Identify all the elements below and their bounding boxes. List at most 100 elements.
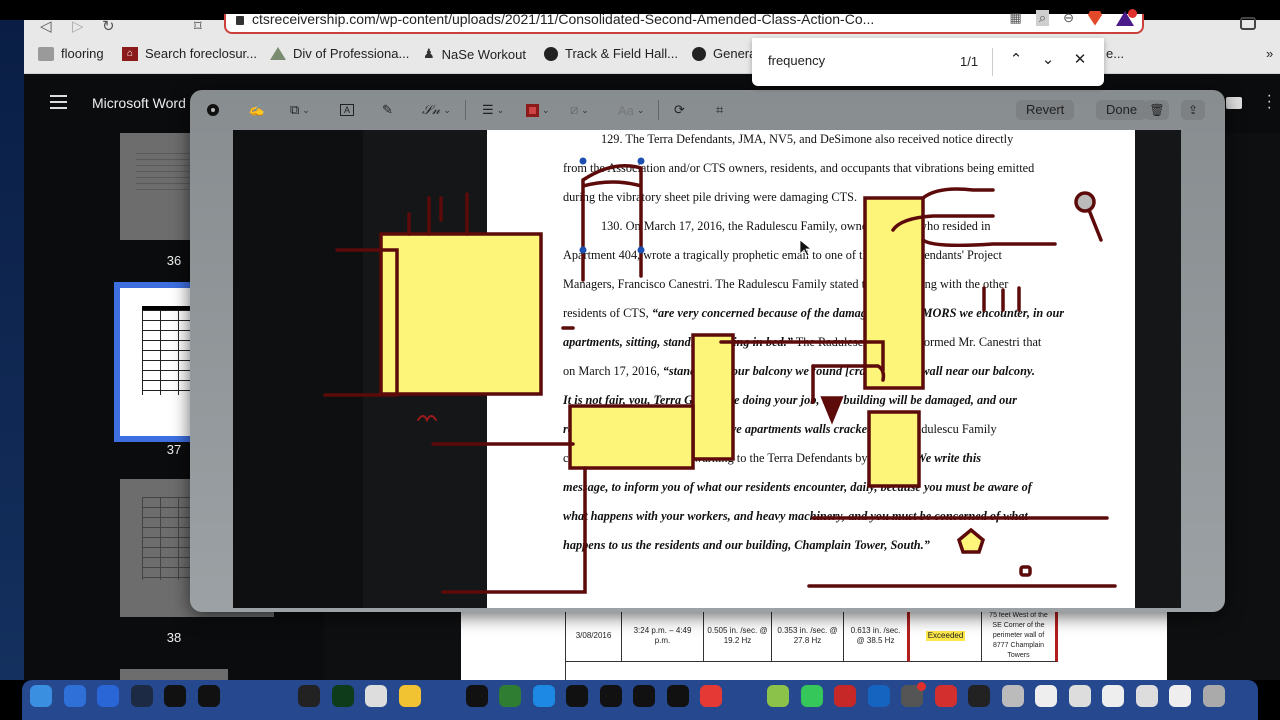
preview-dock-icon[interactable] xyxy=(365,685,387,707)
fill-color-button[interactable]: ⧄ ⌄ xyxy=(570,101,589,119)
selection-handle[interactable] xyxy=(579,157,587,165)
highlight-button[interactable]: ✎ xyxy=(382,101,393,119)
forward-icon[interactable]: ▷ xyxy=(72,17,84,35)
more-bookmarks-icon: » xyxy=(1266,46,1274,61)
window-dock-icon[interactable] xyxy=(1001,685,1024,707)
annotation-dot[interactable] xyxy=(1019,565,1032,577)
selection-handle[interactable] xyxy=(637,246,645,254)
find-close-button[interactable]: ✕ xyxy=(1070,50,1090,68)
xcode-dock-icon[interactable] xyxy=(867,685,890,707)
messages-dock-icon[interactable] xyxy=(800,685,823,707)
app-dock-icon[interactable] xyxy=(599,685,622,707)
zoom-out-icon[interactable]: ⊖ xyxy=(1063,10,1074,26)
final-cut-dock-icon[interactable] xyxy=(298,685,320,707)
annotation-rectangle[interactable] xyxy=(379,232,543,396)
url-text[interactable]: ctsreceivership.com/wp-content/uploads/2… xyxy=(252,11,874,27)
terminal-dock-icon[interactable] xyxy=(465,685,488,707)
exceeded-status: Exceeded xyxy=(925,630,966,641)
bookmark-search-foreclosures[interactable]: ⌂ Search foreclosur... xyxy=(122,46,257,61)
safari-dock-icon[interactable] xyxy=(63,685,86,707)
signature-button[interactable]: 𝒮𝓃 ⌄ xyxy=(422,101,451,119)
bookmark-nase-workout[interactable]: ♟ NaSe Workout xyxy=(423,46,526,62)
more-options-icon[interactable]: · · · xyxy=(1267,88,1272,116)
find-match-count: 1/1 xyxy=(960,54,979,69)
selection-handle[interactable] xyxy=(579,246,587,254)
record-icon xyxy=(207,104,219,116)
obs-dock-icon[interactable] xyxy=(164,685,186,707)
selection-handle[interactable] xyxy=(637,157,645,165)
print-icon[interactable] xyxy=(1226,97,1242,109)
brave-shield-icon[interactable] xyxy=(1088,10,1102,26)
app-dock-icon[interactable] xyxy=(264,685,287,707)
document-dock-icon[interactable] xyxy=(968,685,990,707)
bookmark-div-professional[interactable]: Div of Professiona... xyxy=(270,46,409,61)
menu-icon[interactable] xyxy=(50,95,67,109)
app-dock-icon[interactable] xyxy=(566,685,588,707)
border-color-icon xyxy=(526,103,539,117)
app-dock-icon[interactable] xyxy=(901,682,926,707)
fill-color-icon: ⧄ xyxy=(570,102,579,117)
wallet-icon[interactable] xyxy=(1240,17,1256,30)
notes-dock-icon[interactable] xyxy=(398,685,421,707)
border-color-button[interactable]: ⌄ xyxy=(526,101,550,119)
text-box-button[interactable]: A xyxy=(340,101,355,119)
rotate-icon: ⟳ xyxy=(674,102,685,117)
shapes-button[interactable]: ⧉ ⌄ xyxy=(290,101,310,119)
bookmark-general[interactable]: Genera xyxy=(692,46,756,61)
app-dock-icon[interactable] xyxy=(432,685,454,707)
app-dock-icon[interactable] xyxy=(231,685,253,707)
app-dock-icon[interactable] xyxy=(499,685,521,707)
revert-button[interactable]: Revert xyxy=(1016,100,1075,120)
crop-button[interactable]: ⌗ xyxy=(716,101,723,119)
trash-dock-icon[interactable] xyxy=(1202,685,1225,707)
finder-dock-icon[interactable] xyxy=(30,685,52,707)
brave-rewards-icon[interactable] xyxy=(1116,8,1137,26)
address-bar[interactable]: ctsreceivership.com/wp-content/uploads/2… xyxy=(224,8,1144,34)
share-button[interactable]: ⇪ xyxy=(1181,100,1205,120)
app-dock-icon[interactable] xyxy=(633,685,655,707)
window-dock-icon[interactable] xyxy=(1102,685,1124,707)
find-next-button[interactable]: ⌄ xyxy=(1038,50,1058,68)
record-button[interactable] xyxy=(207,101,219,119)
line-style-button[interactable]: ☰ ⌄ xyxy=(482,101,504,119)
bookmark-flooring[interactable]: flooring xyxy=(38,46,104,61)
window-dock-icon[interactable] xyxy=(1169,685,1191,707)
chrome-dock-icon[interactable] xyxy=(700,685,722,707)
app-dock-icon[interactable] xyxy=(834,685,856,707)
delete-button[interactable]: 🗑 xyxy=(1145,100,1169,120)
done-button[interactable]: Done xyxy=(1096,100,1148,120)
activity-monitor-dock-icon[interactable] xyxy=(197,685,220,707)
photos-dock-icon[interactable] xyxy=(767,685,789,707)
annotation-stroke[interactable] xyxy=(417,415,437,423)
app-dock-icon[interactable] xyxy=(532,685,555,707)
window-dock-icon[interactable] xyxy=(1068,685,1091,707)
find-in-page-icon[interactable]: ⌕ xyxy=(1035,10,1050,26)
annotation-rectangle[interactable] xyxy=(691,333,735,461)
apps-icon[interactable]: ▦ xyxy=(1010,10,1022,26)
text-style-button[interactable]: Aa ⌄ xyxy=(618,101,644,119)
app-dock-icon[interactable] xyxy=(733,685,756,707)
rotate-button[interactable]: ⟳ xyxy=(674,101,685,119)
body-text: 129. The Terra Defendants, JMA, NV5, and… xyxy=(601,132,1014,146)
back-icon[interactable]: ◁ xyxy=(40,17,52,35)
bookmark-icon[interactable]: ⌑ xyxy=(194,17,202,35)
reload-icon[interactable]: ↻ xyxy=(102,17,115,35)
app-dock-icon[interactable] xyxy=(331,685,354,707)
bookmark-truncated[interactable]: e... xyxy=(1106,46,1124,61)
window-dock-icon[interactable] xyxy=(1135,685,1158,707)
window-dock-icon[interactable] xyxy=(1035,685,1057,707)
mail-dock-icon[interactable] xyxy=(97,685,119,707)
find-input[interactable] xyxy=(768,53,938,68)
annotation-pin[interactable] xyxy=(1074,191,1096,213)
more-bookmarks-button[interactable]: » xyxy=(1266,46,1273,61)
annotation-stroke[interactable] xyxy=(407,192,469,236)
brave-dock-icon[interactable] xyxy=(934,685,957,707)
find-previous-button[interactable]: ⌃ xyxy=(1006,50,1026,68)
bookmark-track-field[interactable]: Track & Field Hall... xyxy=(544,46,678,61)
quicktime-dock-icon[interactable] xyxy=(130,685,153,707)
app-dock-icon[interactable] xyxy=(666,685,689,707)
chevron-down-icon: ⌄ xyxy=(496,104,505,115)
annotation-rectangle[interactable] xyxy=(568,404,695,470)
sketch-button[interactable]: ✍ xyxy=(248,101,264,119)
annotation-rectangle[interactable] xyxy=(867,410,921,488)
